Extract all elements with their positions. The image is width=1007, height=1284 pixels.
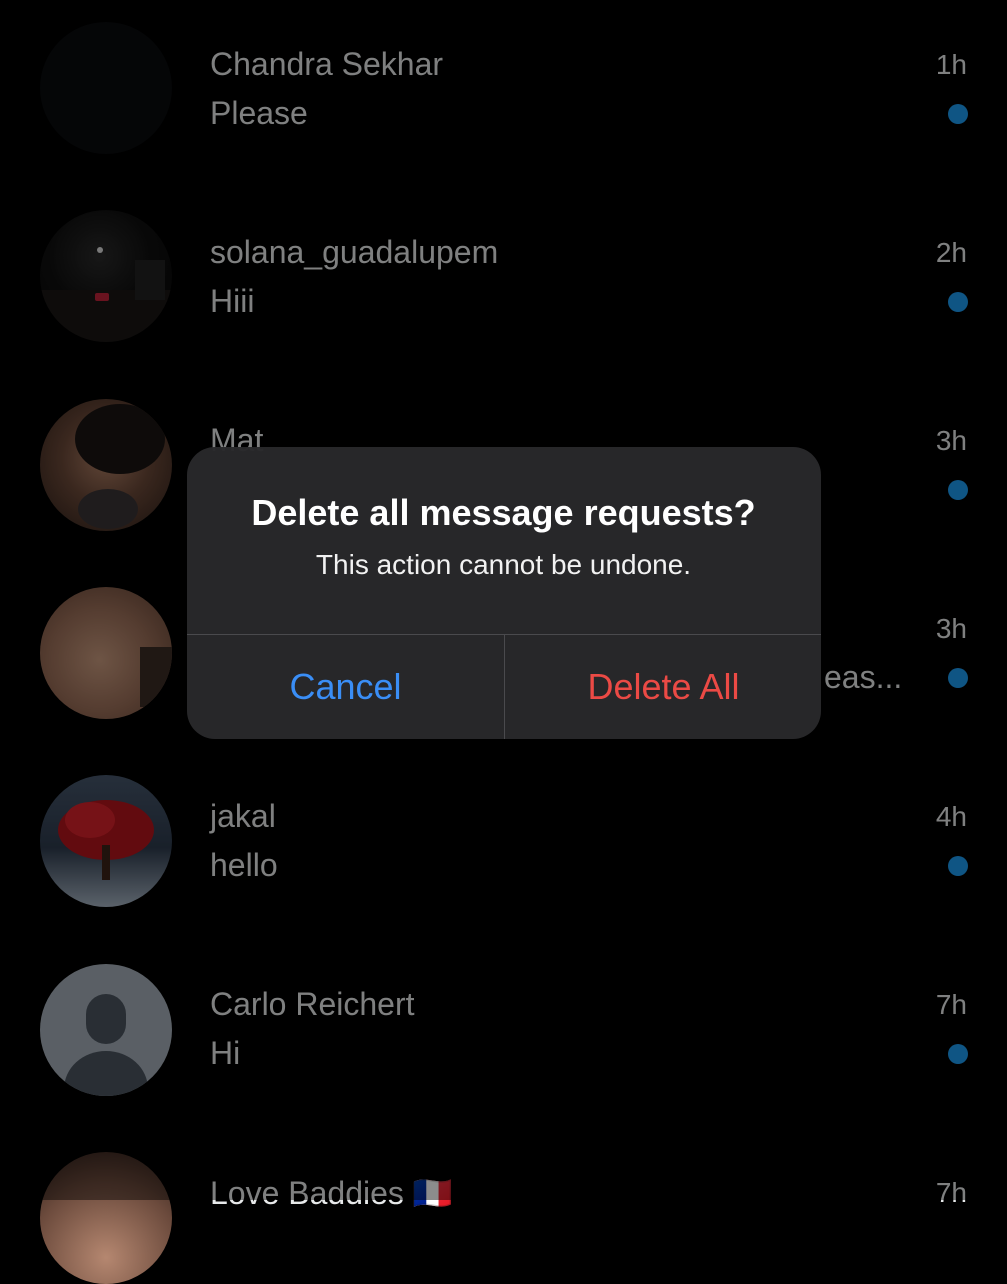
delete-requests-dialog: Cancel Delete All bbox=[187, 447, 821, 739]
dialog-title: Delete all message requests? bbox=[251, 492, 756, 533]
dialog-message: This action cannot be undone. bbox=[315, 549, 692, 580]
cancel-button[interactable]: Cancel bbox=[187, 635, 504, 739]
delete-all-button[interactable]: Delete All bbox=[505, 635, 821, 739]
